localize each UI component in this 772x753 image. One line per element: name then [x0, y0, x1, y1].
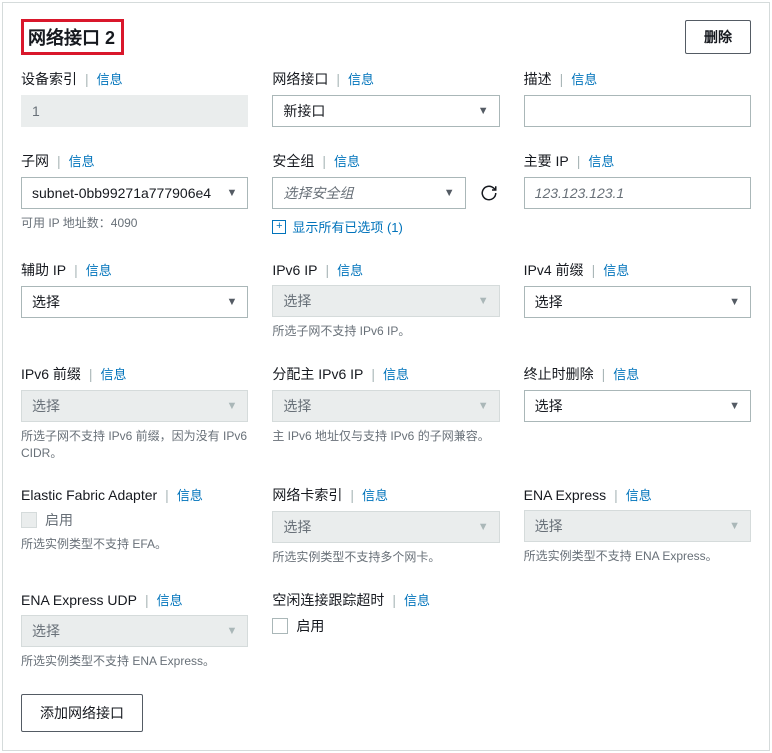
- delete-button[interactable]: 删除: [685, 20, 751, 54]
- primary-ip-label: 主要 IP: [524, 151, 569, 171]
- device-index-value: 1: [21, 95, 248, 127]
- chevron-down-icon: ▼: [729, 400, 740, 412]
- field-secondary-ip: 辅助 IP | 信息 选择 ▼: [21, 260, 248, 340]
- network-interface-select[interactable]: 新接口 ▼: [272, 95, 499, 127]
- field-security-group: 安全组 | 信息 选择安全组 ▼ + 显示所有已选项 (1): [272, 151, 499, 236]
- ena-express-helper: 所选实例类型不支持 ENA Express。: [524, 548, 751, 565]
- ena-express-udp-label: ENA Express UDP: [21, 592, 137, 608]
- info-link[interactable]: 信息: [69, 151, 95, 170]
- info-link[interactable]: 信息: [337, 260, 363, 279]
- field-delete-on-termination: 终止时删除 | 信息 选择 ▼: [524, 364, 751, 462]
- idle-timeout-checkbox[interactable]: [272, 618, 288, 634]
- chevron-down-icon: ▼: [444, 187, 455, 199]
- chevron-down-icon: ▼: [226, 400, 237, 412]
- assign-primary-ipv6-helper: 主 IPv6 地址仅与支持 IPv6 的子网兼容。: [272, 428, 499, 445]
- secondary-ip-select[interactable]: 选择 ▼: [21, 286, 248, 318]
- field-assign-primary-ipv6: 分配主 IPv6 IP | 信息 选择 ▼ 主 IPv6 地址仅与支持 IPv6…: [272, 364, 499, 462]
- add-network-interface-button[interactable]: 添加网络接口: [21, 694, 143, 732]
- network-interface-label: 网络接口: [272, 69, 328, 89]
- subnet-label: 子网: [21, 151, 49, 171]
- primary-ip-input[interactable]: [524, 177, 751, 209]
- info-link[interactable]: 信息: [383, 364, 409, 383]
- nic-index-helper: 所选实例类型不支持多个网卡。: [272, 549, 499, 566]
- idle-timeout-checkbox-label: 启用: [296, 616, 324, 636]
- ipv6-ip-label: IPv6 IP: [272, 262, 317, 278]
- info-link[interactable]: 信息: [588, 151, 614, 170]
- show-all-selected-link[interactable]: + 显示所有已选项 (1): [272, 217, 499, 236]
- nic-index-label: 网络卡索引: [272, 485, 342, 505]
- info-link[interactable]: 信息: [97, 69, 123, 88]
- efa-label: Elastic Fabric Adapter: [21, 487, 157, 503]
- chevron-down-icon: ▼: [226, 625, 237, 637]
- efa-helper: 所选实例类型不支持 EFA。: [21, 536, 248, 553]
- refresh-icon[interactable]: [478, 182, 500, 204]
- info-link[interactable]: 信息: [626, 485, 652, 504]
- field-ena-express: ENA Express | 信息 选择 ▼ 所选实例类型不支持 ENA Expr…: [524, 485, 751, 566]
- security-group-label: 安全组: [272, 151, 314, 171]
- field-subnet: 子网 | 信息 subnet-0bb99271a777906e4 ▼ 可用 IP…: [21, 151, 248, 236]
- info-link[interactable]: 信息: [404, 590, 430, 609]
- chevron-down-icon: ▼: [478, 105, 489, 117]
- nic-index-select: 选择 ▼: [272, 511, 499, 543]
- field-nic-index: 网络卡索引 | 信息 选择 ▼ 所选实例类型不支持多个网卡。: [272, 485, 499, 566]
- ena-express-label: ENA Express: [524, 487, 606, 503]
- field-primary-ip: 主要 IP | 信息: [524, 151, 751, 236]
- field-ipv6-prefix: IPv6 前缀 | 信息 选择 ▼ 所选子网不支持 IPv6 前缀，因为没有 I…: [21, 364, 248, 462]
- panel-title: 网络接口 2: [21, 19, 124, 55]
- delete-on-termination-select[interactable]: 选择 ▼: [524, 390, 751, 422]
- ipv6-prefix-label: IPv6 前缀: [21, 364, 81, 384]
- secondary-ip-label: 辅助 IP: [21, 260, 66, 280]
- efa-checkbox: [21, 512, 37, 528]
- chevron-down-icon: ▼: [478, 400, 489, 412]
- efa-checkbox-label: 启用: [45, 510, 73, 530]
- plus-icon: +: [272, 220, 286, 234]
- idle-timeout-label: 空闲连接跟踪超时: [272, 590, 384, 610]
- info-link[interactable]: 信息: [334, 151, 360, 170]
- security-group-select[interactable]: 选择安全组 ▼: [272, 177, 465, 209]
- field-ena-express-udp: ENA Express UDP | 信息 选择 ▼ 所选实例类型不支持 ENA …: [21, 590, 248, 670]
- description-input[interactable]: [524, 95, 751, 127]
- ipv6-prefix-helper: 所选子网不支持 IPv6 前缀，因为没有 IPv6 CIDR。: [21, 428, 248, 462]
- chevron-down-icon: ▼: [226, 187, 237, 199]
- field-idle-timeout: 空闲连接跟踪超时 | 信息 启用: [272, 590, 499, 670]
- delete-on-termination-label: 终止时删除: [524, 364, 594, 384]
- assign-primary-ipv6-label: 分配主 IPv6 IP: [272, 364, 363, 384]
- ena-express-select: 选择 ▼: [524, 510, 751, 542]
- info-link[interactable]: 信息: [603, 260, 629, 279]
- field-description: 描述 | 信息: [524, 69, 751, 127]
- info-link[interactable]: 信息: [101, 364, 127, 383]
- info-link[interactable]: 信息: [177, 485, 203, 504]
- ipv6-prefix-select: 选择 ▼: [21, 390, 248, 422]
- network-interface-panel: 网络接口 2 删除 设备索引 | 信息 1 网络接口 | 信息 新接口 ▼: [2, 2, 770, 751]
- field-ipv6-ip: IPv6 IP | 信息 选择 ▼ 所选子网不支持 IPv6 IP。: [272, 260, 499, 340]
- subnet-select[interactable]: subnet-0bb99271a777906e4 ▼: [21, 177, 248, 209]
- field-efa: Elastic Fabric Adapter | 信息 启用 所选实例类型不支持…: [21, 485, 248, 566]
- chevron-down-icon: ▼: [729, 520, 740, 532]
- field-ipv4-prefix: IPv4 前缀 | 信息 选择 ▼: [524, 260, 751, 340]
- subnet-helper: 可用 IP 地址数：4090: [21, 215, 248, 232]
- ena-express-udp-helper: 所选实例类型不支持 ENA Express。: [21, 653, 248, 670]
- device-index-label: 设备索引: [21, 69, 77, 89]
- info-link[interactable]: 信息: [571, 69, 597, 88]
- chevron-down-icon: ▼: [478, 521, 489, 533]
- chevron-down-icon: ▼: [478, 295, 489, 307]
- ipv6-ip-helper: 所选子网不支持 IPv6 IP。: [272, 323, 499, 340]
- info-link[interactable]: 信息: [362, 485, 388, 504]
- chevron-down-icon: ▼: [729, 296, 740, 308]
- assign-primary-ipv6-select: 选择 ▼: [272, 390, 499, 422]
- ipv6-ip-select: 选择 ▼: [272, 285, 499, 317]
- ipv4-prefix-select[interactable]: 选择 ▼: [524, 286, 751, 318]
- info-link[interactable]: 信息: [613, 364, 639, 383]
- field-network-interface: 网络接口 | 信息 新接口 ▼: [272, 69, 499, 127]
- field-device-index: 设备索引 | 信息 1: [21, 69, 248, 127]
- ipv4-prefix-label: IPv4 前缀: [524, 260, 584, 280]
- info-link[interactable]: 信息: [157, 590, 183, 609]
- panel-header: 网络接口 2 删除: [21, 19, 751, 55]
- chevron-down-icon: ▼: [226, 296, 237, 308]
- description-label: 描述: [524, 69, 552, 89]
- ena-express-udp-select: 选择 ▼: [21, 615, 248, 647]
- info-link[interactable]: 信息: [348, 69, 374, 88]
- info-link[interactable]: 信息: [86, 260, 112, 279]
